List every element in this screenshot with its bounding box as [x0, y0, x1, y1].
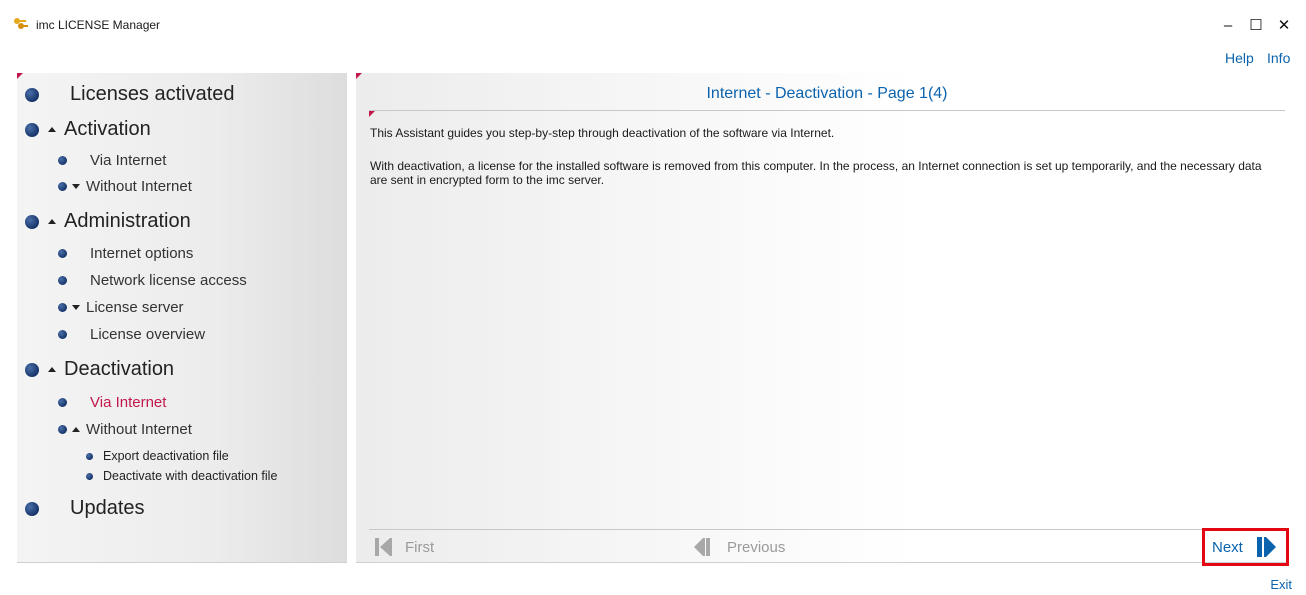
- bullet-icon: [86, 452, 93, 460]
- exit-link[interactable]: Exit: [1270, 577, 1292, 592]
- nav-deactivation[interactable]: Deactivation: [25, 358, 174, 381]
- next-label: Next: [1212, 538, 1243, 556]
- nav-export-deactivation-file[interactable]: Export deactivation file: [86, 449, 229, 463]
- nav-label: Without Internet: [86, 178, 192, 195]
- bullet-icon: [25, 214, 39, 229]
- nav-label: Licenses activated: [70, 83, 235, 105]
- nav-administration[interactable]: Administration: [25, 210, 191, 233]
- content-panel: Internet - Deactivation - Page 1(4) This…: [356, 73, 1289, 566]
- bullet-icon: [58, 249, 67, 258]
- nav-label: Activation: [64, 118, 151, 140]
- collapse-arrow-icon: [72, 427, 80, 432]
- corner-marker: [356, 73, 362, 79]
- bullet-icon: [58, 182, 67, 191]
- nav-licenses-activated[interactable]: Licenses activated: [25, 83, 235, 106]
- window-title: imc LICENSE Manager: [36, 18, 161, 32]
- nav-label: Internet options: [90, 245, 194, 262]
- nav-label: Via Internet: [90, 152, 167, 169]
- title-bar: imc LICENSE Manager – ☐ ✕: [0, 0, 1306, 40]
- previous-page-icon: [694, 538, 710, 556]
- nav-label: Without Internet: [86, 421, 192, 438]
- nav-updates[interactable]: Updates: [25, 497, 145, 520]
- nav-label: Deactivate with deactivation file: [103, 469, 278, 483]
- bullet-icon: [25, 362, 39, 377]
- description-paragraph: With deactivation, a license for the ins…: [370, 159, 1262, 187]
- divider: [369, 110, 1285, 111]
- nav-deactivate-with-file[interactable]: Deactivate with deactivation file: [86, 469, 277, 483]
- corner-marker: [369, 111, 375, 117]
- bullet-icon: [86, 472, 93, 480]
- expand-arrow-icon: [72, 305, 80, 310]
- next-button[interactable]: Next: [1212, 535, 1277, 559]
- bullet-icon: [25, 87, 39, 102]
- intro-paragraph: This Assistant guides you step-by-step t…: [370, 126, 835, 140]
- bullet-icon: [25, 501, 39, 516]
- info-link[interactable]: Info: [1267, 50, 1290, 66]
- collapse-arrow-icon: [48, 367, 56, 372]
- nav-deactivation-without-internet[interactable]: Without Internet: [58, 421, 192, 438]
- nav-deactivation-via-internet[interactable]: Via Internet: [58, 394, 166, 411]
- collapse-arrow-icon: [48, 127, 56, 132]
- nav-label-active: Via Internet: [90, 394, 167, 411]
- nav-internet-options[interactable]: Internet options: [58, 245, 193, 262]
- help-link[interactable]: Help: [1225, 50, 1254, 66]
- bullet-icon: [58, 330, 67, 339]
- collapse-arrow-icon: [48, 219, 56, 224]
- close-button[interactable]: ✕: [1264, 10, 1304, 40]
- nav-label: License overview: [90, 326, 206, 343]
- first-page-icon: [375, 538, 392, 556]
- nav-activation-without-internet[interactable]: Without Internet: [58, 178, 192, 195]
- nav-license-server[interactable]: License server: [58, 299, 184, 316]
- nav-label: Administration: [64, 210, 191, 232]
- nav-label: Updates: [70, 497, 145, 519]
- bullet-icon: [58, 156, 67, 165]
- previous-label: Previous: [727, 538, 786, 556]
- expand-arrow-icon: [72, 184, 80, 189]
- bullet-icon: [58, 303, 67, 312]
- nav-label: License server: [86, 299, 184, 316]
- first-label: First: [405, 538, 435, 556]
- bullet-icon: [58, 398, 67, 407]
- nav-license-overview[interactable]: License overview: [58, 326, 205, 343]
- nav-label: Export deactivation file: [103, 449, 229, 463]
- corner-marker: [17, 73, 23, 79]
- bullet-icon: [58, 276, 67, 285]
- nav-activation[interactable]: Activation: [25, 118, 151, 141]
- bullet-icon: [58, 425, 67, 434]
- bullet-icon: [25, 122, 39, 137]
- first-button[interactable]: First: [374, 535, 434, 559]
- nav-label: Deactivation: [64, 358, 175, 380]
- keys-icon: [14, 18, 28, 29]
- nav-label: Network license access: [90, 272, 247, 289]
- nav-network-license-access[interactable]: Network license access: [58, 272, 247, 289]
- nav-activation-via-internet[interactable]: Via Internet: [58, 152, 166, 169]
- previous-button[interactable]: Previous: [692, 535, 785, 559]
- page-title: Internet - Deactivation - Page 1(4): [706, 85, 948, 102]
- divider: [369, 529, 1285, 530]
- next-page-icon: [1256, 537, 1276, 557]
- navigation-panel: Licenses activated Activation Via Intern…: [17, 73, 347, 563]
